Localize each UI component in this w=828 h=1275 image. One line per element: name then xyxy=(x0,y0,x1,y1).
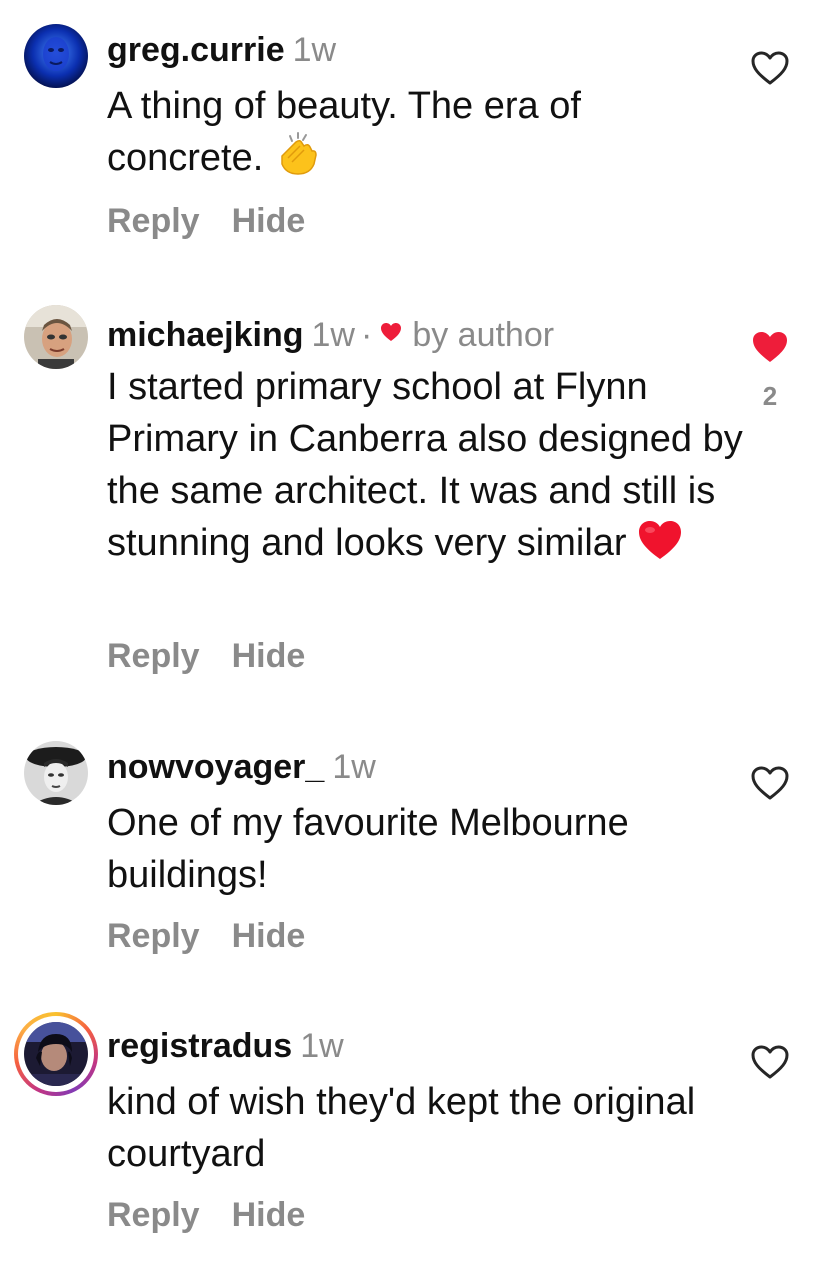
username[interactable]: greg.currie xyxy=(107,31,285,69)
comment-actions: Reply Hide xyxy=(107,202,305,241)
timestamp: 1w xyxy=(311,316,355,354)
separator: · xyxy=(360,316,373,354)
username[interactable]: nowvoyager_ xyxy=(107,748,324,786)
comment-text: kind of wish they'd kept the original co… xyxy=(107,1081,696,1175)
like-count: 2 xyxy=(762,381,778,411)
comment-text: One of my favourite Melbourne buildings! xyxy=(107,802,629,896)
like-button[interactable] xyxy=(750,1044,790,1080)
heart-outline-icon xyxy=(751,51,789,85)
reply-button[interactable]: Reply xyxy=(107,917,200,956)
comment-text: A thing of beauty. The era of concrete. xyxy=(107,80,727,190)
heart-outline-icon xyxy=(751,766,789,800)
avatar[interactable] xyxy=(24,24,88,88)
story-ring[interactable] xyxy=(14,1012,98,1096)
author-badge: by author xyxy=(412,316,555,354)
comment-actions: Reply Hide xyxy=(107,1196,305,1235)
reply-button[interactable]: Reply xyxy=(107,1196,200,1235)
heart-outline-icon xyxy=(751,1045,789,1079)
comment-meta: greg.currie 1w xyxy=(107,30,336,70)
like-button[interactable] xyxy=(750,329,790,365)
avatar[interactable] xyxy=(24,305,88,369)
avatar xyxy=(24,1022,88,1086)
comment-meta: nowvoyager_ 1w xyxy=(107,747,376,787)
comment-text: I started primary school at Flynn Primar… xyxy=(107,361,747,575)
comment-meta: michaejking 1w · by author xyxy=(107,311,554,355)
reply-button[interactable]: Reply xyxy=(107,202,200,241)
hide-button[interactable]: Hide xyxy=(232,1196,306,1235)
comment-meta: registradus 1w xyxy=(107,1026,344,1066)
username[interactable]: registradus xyxy=(107,1027,292,1065)
like-button[interactable] xyxy=(750,50,790,86)
red-heart-icon xyxy=(637,519,683,575)
hide-button[interactable]: Hide xyxy=(232,917,306,956)
heart-filled-icon xyxy=(753,332,787,362)
timestamp: 1w xyxy=(332,748,376,786)
hide-button[interactable]: Hide xyxy=(232,637,306,676)
username[interactable]: michaejking xyxy=(107,316,304,354)
like-button[interactable] xyxy=(750,765,790,801)
timestamp: 1w xyxy=(292,31,337,69)
avatar[interactable] xyxy=(24,741,88,805)
timestamp: 1w xyxy=(300,1027,344,1065)
comment-actions: Reply Hide xyxy=(107,917,305,956)
comment-actions: Reply Hide xyxy=(107,637,305,676)
clapping-hands-icon xyxy=(274,132,320,190)
reply-button[interactable]: Reply xyxy=(107,637,200,676)
heart-icon xyxy=(380,311,402,341)
hide-button[interactable]: Hide xyxy=(232,202,306,241)
